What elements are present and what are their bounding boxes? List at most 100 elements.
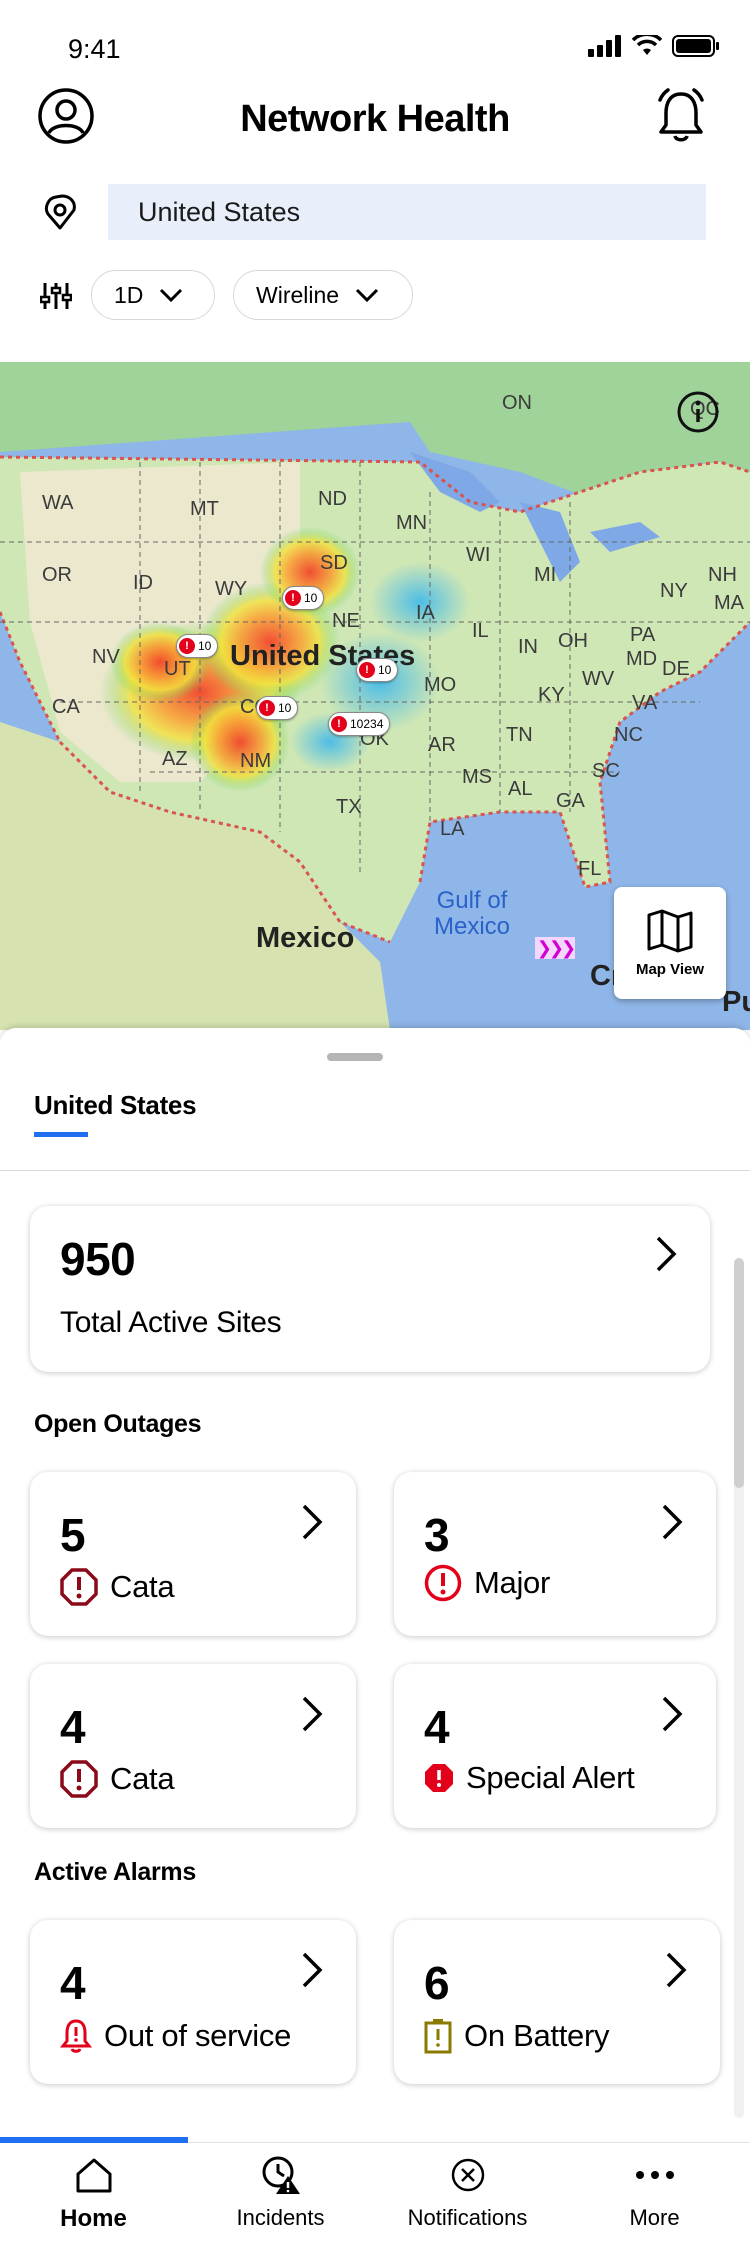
period-dropdown[interactable]: 1D bbox=[91, 270, 215, 320]
outage-map[interactable]: WA MT ND MN OR ID SD WI MI NY NH MA NV U… bbox=[0, 362, 750, 1030]
location-pin-icon[interactable] bbox=[40, 192, 80, 232]
filter-sliders-icon[interactable] bbox=[40, 280, 72, 312]
map-fold-icon bbox=[647, 909, 693, 952]
map-label-state: MS bbox=[462, 766, 492, 788]
map-label-state: MI bbox=[534, 564, 557, 586]
location-search-input[interactable] bbox=[108, 184, 706, 240]
outage-severity: Cata bbox=[60, 1760, 175, 1798]
map-label-state: AL bbox=[508, 778, 533, 800]
octagon-filled-icon bbox=[425, 1764, 453, 1792]
total-sites-label: Total Active Sites bbox=[60, 1306, 282, 1339]
nav-item-more[interactable]: More bbox=[561, 2153, 748, 2249]
map-label-state: NC bbox=[614, 724, 643, 746]
notifications-icon bbox=[451, 2158, 484, 2192]
info-icon[interactable] bbox=[676, 390, 720, 434]
network-type-dropdown[interactable]: Wireline bbox=[233, 270, 413, 320]
map-label-state: GA bbox=[556, 790, 585, 812]
outage-count: 4 bbox=[60, 1701, 86, 1753]
chevron-right-icon bbox=[662, 1504, 683, 1540]
scrollbar-thumb[interactable] bbox=[734, 1258, 744, 1488]
pin-count: 10 bbox=[304, 591, 318, 605]
alert-pin-icon: ! bbox=[259, 700, 275, 716]
map-label-state: PA bbox=[630, 624, 656, 646]
active-alarms-heading: Active Alarms bbox=[34, 1858, 196, 1886]
pin-count: 10 bbox=[278, 701, 292, 715]
outage-card-cata[interactable]: 5 Cata bbox=[30, 1472, 356, 1636]
total-sites-count: 950 bbox=[60, 1233, 136, 1285]
signal-icon bbox=[588, 35, 621, 57]
nav-item-incidents[interactable]: Incidents bbox=[187, 2153, 374, 2249]
nav-label: Home bbox=[60, 2205, 127, 2232]
alarm-label: On Battery bbox=[464, 2018, 610, 2053]
pin-count: 10234 bbox=[350, 717, 384, 731]
filter-row: 1D Wireline bbox=[0, 270, 750, 322]
severity-label: Special Alert bbox=[466, 1760, 635, 1795]
octagon-exclamation-icon bbox=[60, 1760, 98, 1798]
outage-pin[interactable]: ! 10 bbox=[176, 634, 219, 658]
total-active-sites-card[interactable]: 950 Total Active Sites bbox=[30, 1206, 710, 1372]
outage-pin[interactable]: ! 10 bbox=[356, 658, 399, 682]
divider bbox=[0, 1170, 750, 1171]
outage-card-special-alert[interactable]: 4 Special Alert bbox=[394, 1664, 716, 1828]
bell-icon bbox=[658, 88, 704, 142]
map-label-state: NM bbox=[240, 750, 272, 772]
tab-united-states[interactable]: United States bbox=[34, 1090, 197, 1121]
alert-pin-icon: ! bbox=[359, 662, 375, 678]
sheet-drag-handle[interactable] bbox=[327, 1053, 383, 1061]
alarm-card-on-battery[interactable]: 6 On Battery bbox=[394, 1920, 720, 2084]
alarm-count: 6 bbox=[424, 1957, 450, 2009]
severity-label: Major bbox=[474, 1565, 551, 1600]
map-label-state: WA bbox=[42, 492, 74, 514]
chevron-right-icon bbox=[302, 1952, 323, 1988]
nav-item-notifications[interactable]: Notifications bbox=[374, 2153, 561, 2249]
alarm-type: Out of service bbox=[60, 2018, 291, 2054]
app-header: Network Health bbox=[0, 80, 750, 190]
map-label-state: ND bbox=[318, 488, 347, 510]
status-time: 9:41 bbox=[68, 34, 121, 64]
outage-card-cata-2[interactable]: 4 Cata bbox=[30, 1664, 356, 1828]
map-label-pr: Pu bbox=[722, 986, 750, 1018]
nav-label: Incidents bbox=[236, 2205, 325, 2230]
map-label-state: VA bbox=[632, 692, 658, 714]
outage-pin[interactable]: ! 10 bbox=[256, 696, 299, 720]
chevron-down-icon bbox=[160, 288, 183, 302]
outage-count: 4 bbox=[424, 1701, 450, 1753]
map-label-state: SC bbox=[592, 760, 620, 782]
map-label-country-mexico: Mexico bbox=[256, 922, 355, 954]
status-icons bbox=[588, 34, 720, 58]
map-label-state: TX bbox=[336, 796, 362, 818]
battery-icon bbox=[672, 35, 719, 57]
map-label-state: OH bbox=[558, 630, 588, 652]
map-label-state: NH bbox=[708, 564, 737, 586]
map-label-state: TN bbox=[506, 724, 533, 746]
nav-label: More bbox=[629, 2205, 680, 2230]
tab-active-indicator bbox=[34, 1132, 88, 1137]
map-label-state: IA bbox=[416, 602, 435, 624]
map-view-button[interactable]: Map View bbox=[614, 887, 726, 999]
page-title: Network Health bbox=[240, 98, 510, 140]
alarm-type: On Battery bbox=[424, 2018, 609, 2054]
severity-label: Cata bbox=[110, 1569, 175, 1604]
alert-pin-icon: ! bbox=[179, 638, 195, 654]
map-label-state: OR bbox=[42, 564, 72, 586]
outage-pin[interactable]: ! 10 bbox=[282, 586, 325, 610]
map-label-state: FL bbox=[578, 858, 602, 880]
directional-marker-icon: ❯❯❯ bbox=[535, 937, 576, 959]
outage-card-major[interactable]: 3 Major bbox=[394, 1472, 716, 1636]
map-label-state: SD bbox=[320, 552, 348, 574]
bell-alert-icon bbox=[60, 2019, 92, 2053]
open-outages-heading: Open Outages bbox=[34, 1410, 202, 1438]
bottom-nav: Home Incidents Notifications More bbox=[0, 2137, 750, 2252]
outage-count: 5 bbox=[60, 1509, 86, 1561]
alarm-card-out-of-service[interactable]: 4 Out of service bbox=[30, 1920, 356, 2084]
severity-label: Cata bbox=[110, 1761, 175, 1796]
location-row bbox=[0, 184, 750, 240]
notifications-bell-button[interactable] bbox=[654, 86, 708, 146]
home-icon bbox=[76, 2158, 111, 2193]
outage-severity: Major bbox=[424, 1564, 550, 1602]
map-label-state: LA bbox=[440, 818, 465, 840]
wifi-icon bbox=[632, 35, 662, 55]
nav-item-home[interactable]: Home bbox=[0, 2153, 187, 2249]
outage-pin[interactable]: ! 10234 bbox=[328, 712, 391, 736]
incidents-icon bbox=[262, 2156, 300, 2194]
